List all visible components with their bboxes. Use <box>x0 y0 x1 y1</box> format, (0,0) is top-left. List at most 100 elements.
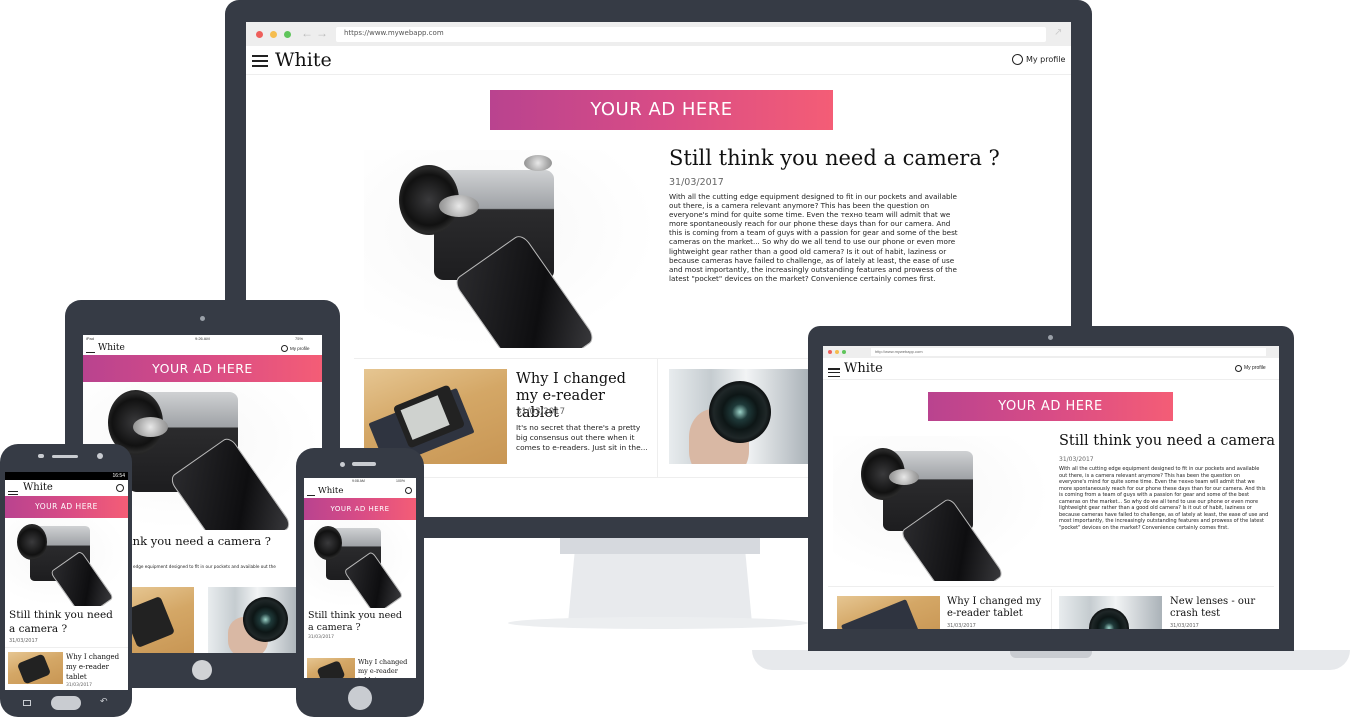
iphone-site-header: White <box>304 484 416 502</box>
home-button[interactable] <box>348 686 372 710</box>
laptop-browser-chrome: http://www.mywebapp.com <box>823 346 1279 358</box>
laptop-screen: http://www.mywebapp.com White My profile… <box>823 346 1279 629</box>
featured-camera-photo[interactable] <box>5 518 128 606</box>
ad-banner[interactable]: YOUR AD HERE <box>304 498 416 520</box>
featured-article-date: 31/03/2017 <box>1059 456 1094 463</box>
featured-article-title[interactable]: Still think you need a camera ? <box>9 608 119 636</box>
profile-icon[interactable] <box>281 345 288 352</box>
ad-banner-label: YOUR AD HERE <box>590 99 733 120</box>
card-divider <box>1051 589 1052 629</box>
profile-icon[interactable] <box>1012 54 1023 65</box>
featured-article-body: With all the cutting edge equipment desi… <box>669 192 958 283</box>
maximize-window-dot[interactable] <box>842 350 846 354</box>
phone-front-camera <box>97 453 103 459</box>
featured-article-title[interactable]: ink you need a camera ? <box>129 534 271 548</box>
brand-logo[interactable]: White <box>275 49 332 71</box>
featured-article-title[interactable]: Still think you need a camera ? <box>669 146 1000 170</box>
desktop-monitor-base <box>508 617 808 629</box>
ereader-photo[interactable] <box>307 658 355 678</box>
featured-article-body: g edge equipment designed to fit in our … <box>129 564 276 569</box>
phone-speaker-grill <box>352 462 376 466</box>
maximize-window-dot[interactable] <box>284 31 291 38</box>
close-window-dot[interactable] <box>828 350 832 354</box>
article-card-title[interactable]: New lenses - our crash test <box>1170 596 1270 620</box>
ad-banner-label: YOUR AD HERE <box>35 502 98 511</box>
article-card-excerpt: It's no secret that there's a pretty big… <box>516 423 648 452</box>
section-divider <box>828 586 1274 587</box>
ad-banner[interactable]: YOUR AD HERE <box>5 496 128 518</box>
laptop-trackpad-notch <box>1010 650 1092 658</box>
status-battery: 100% <box>396 479 405 483</box>
iphone-screen: 9:08 AM 100% White YOUR AD HERE Still th… <box>304 478 416 678</box>
section-divider <box>5 647 128 648</box>
featured-article-body: With all the cutting edge equipment desi… <box>1059 466 1269 531</box>
lens-photo[interactable] <box>208 587 298 653</box>
status-carrier: iPad <box>86 336 95 341</box>
featured-article-title[interactable]: Still think you need a camera ? <box>1059 433 1279 449</box>
featured-camera-photo[interactable] <box>304 520 416 608</box>
hamburger-menu-icon[interactable] <box>828 368 840 378</box>
profile-icon[interactable] <box>405 487 412 494</box>
laptop-address-bar[interactable]: http://www.mywebapp.com <box>871 348 1266 356</box>
android-status-bar: 16:54 <box>5 472 128 480</box>
lens-photo[interactable] <box>1059 596 1162 629</box>
ad-banner[interactable]: YOUR AD HERE <box>928 392 1173 421</box>
profile-icon[interactable] <box>116 484 124 492</box>
profile-link[interactable]: My profile <box>290 346 310 351</box>
laptop-site-header: White My profile <box>823 358 1279 380</box>
recent-apps-button[interactable] <box>23 700 31 706</box>
profile-link[interactable]: My profile <box>1026 55 1065 64</box>
brand-logo[interactable]: White <box>98 343 125 353</box>
featured-camera-photo[interactable] <box>833 436 1051 581</box>
status-battery: 75% <box>295 336 304 341</box>
laptop-address-url: http://www.mywebapp.com <box>875 349 923 354</box>
phone-front-camera <box>340 462 345 467</box>
article-card-title[interactable]: Why I changed my e-reader tablet <box>66 652 124 682</box>
android-screen: 16:54 White YOUR AD HERE Still think you… <box>5 472 128 690</box>
ad-banner[interactable]: YOUR AD HERE <box>490 90 833 130</box>
back-button[interactable]: ↶ <box>100 696 108 707</box>
ereader-photo[interactable] <box>837 596 940 629</box>
laptop-camera <box>1048 335 1053 340</box>
tablet-site-header: White My profile <box>83 343 322 359</box>
brand-logo[interactable]: White <box>23 482 53 493</box>
fullscreen-icon[interactable]: ↗ <box>1054 27 1062 38</box>
tablet-home-button[interactable] <box>192 660 212 680</box>
address-url: https://www.mywebapp.com <box>344 29 444 37</box>
brand-logo[interactable]: White <box>318 486 343 496</box>
article-card-date: 31/03/2017 <box>947 623 976 629</box>
hamburger-menu-icon[interactable] <box>252 55 268 67</box>
article-card-date: 31/03/2017 <box>516 407 565 417</box>
ereader-photo[interactable] <box>129 587 194 653</box>
minimize-window-dot[interactable] <box>835 350 839 354</box>
address-bar[interactable]: https://www.mywebapp.com <box>336 27 1046 42</box>
tablet-status-bar: iPad 9:26 AM 75% <box>83 335 322 343</box>
back-arrow-icon[interactable]: ← <box>301 26 313 40</box>
browser-chrome: ← → https://www.mywebapp.com ↗ <box>246 22 1071 46</box>
status-time: 16:54 <box>112 473 125 479</box>
brand-logo[interactable]: White <box>844 361 883 376</box>
article-card-date: 31/03/2017 <box>1170 623 1199 629</box>
tablet-camera <box>200 316 205 321</box>
laptop: http://www.mywebapp.com White My profile… <box>808 326 1294 651</box>
forward-arrow-icon[interactable]: → <box>316 26 328 40</box>
ereader-photo[interactable] <box>8 652 63 684</box>
profile-link[interactable]: My profile <box>1244 365 1266 371</box>
site-header: White My profile <box>246 46 1071 75</box>
desktop-monitor-stand-neck <box>560 538 760 554</box>
profile-icon[interactable] <box>1235 365 1242 372</box>
article-card-title[interactable]: Why I changed my e-reader tablet <box>947 596 1047 620</box>
ad-banner-label: YOUR AD HERE <box>330 505 390 513</box>
lens-photo[interactable] <box>669 369 809 464</box>
home-button[interactable] <box>51 696 81 710</box>
featured-article-date: 31/03/2017 <box>669 177 724 188</box>
featured-camera-photo[interactable] <box>364 150 659 348</box>
status-time: 9:26 AM <box>195 336 210 341</box>
article-card-title[interactable]: Why I changed my e-reader tablet <box>358 658 414 678</box>
close-window-dot[interactable] <box>256 31 263 38</box>
featured-article-title[interactable]: Still think you need a camera ? <box>308 610 408 634</box>
featured-article-date: 31/03/2017 <box>9 638 38 644</box>
android-site-header: White <box>5 480 128 499</box>
minimize-window-dot[interactable] <box>270 31 277 38</box>
ad-banner[interactable]: YOUR AD HERE <box>83 355 322 382</box>
